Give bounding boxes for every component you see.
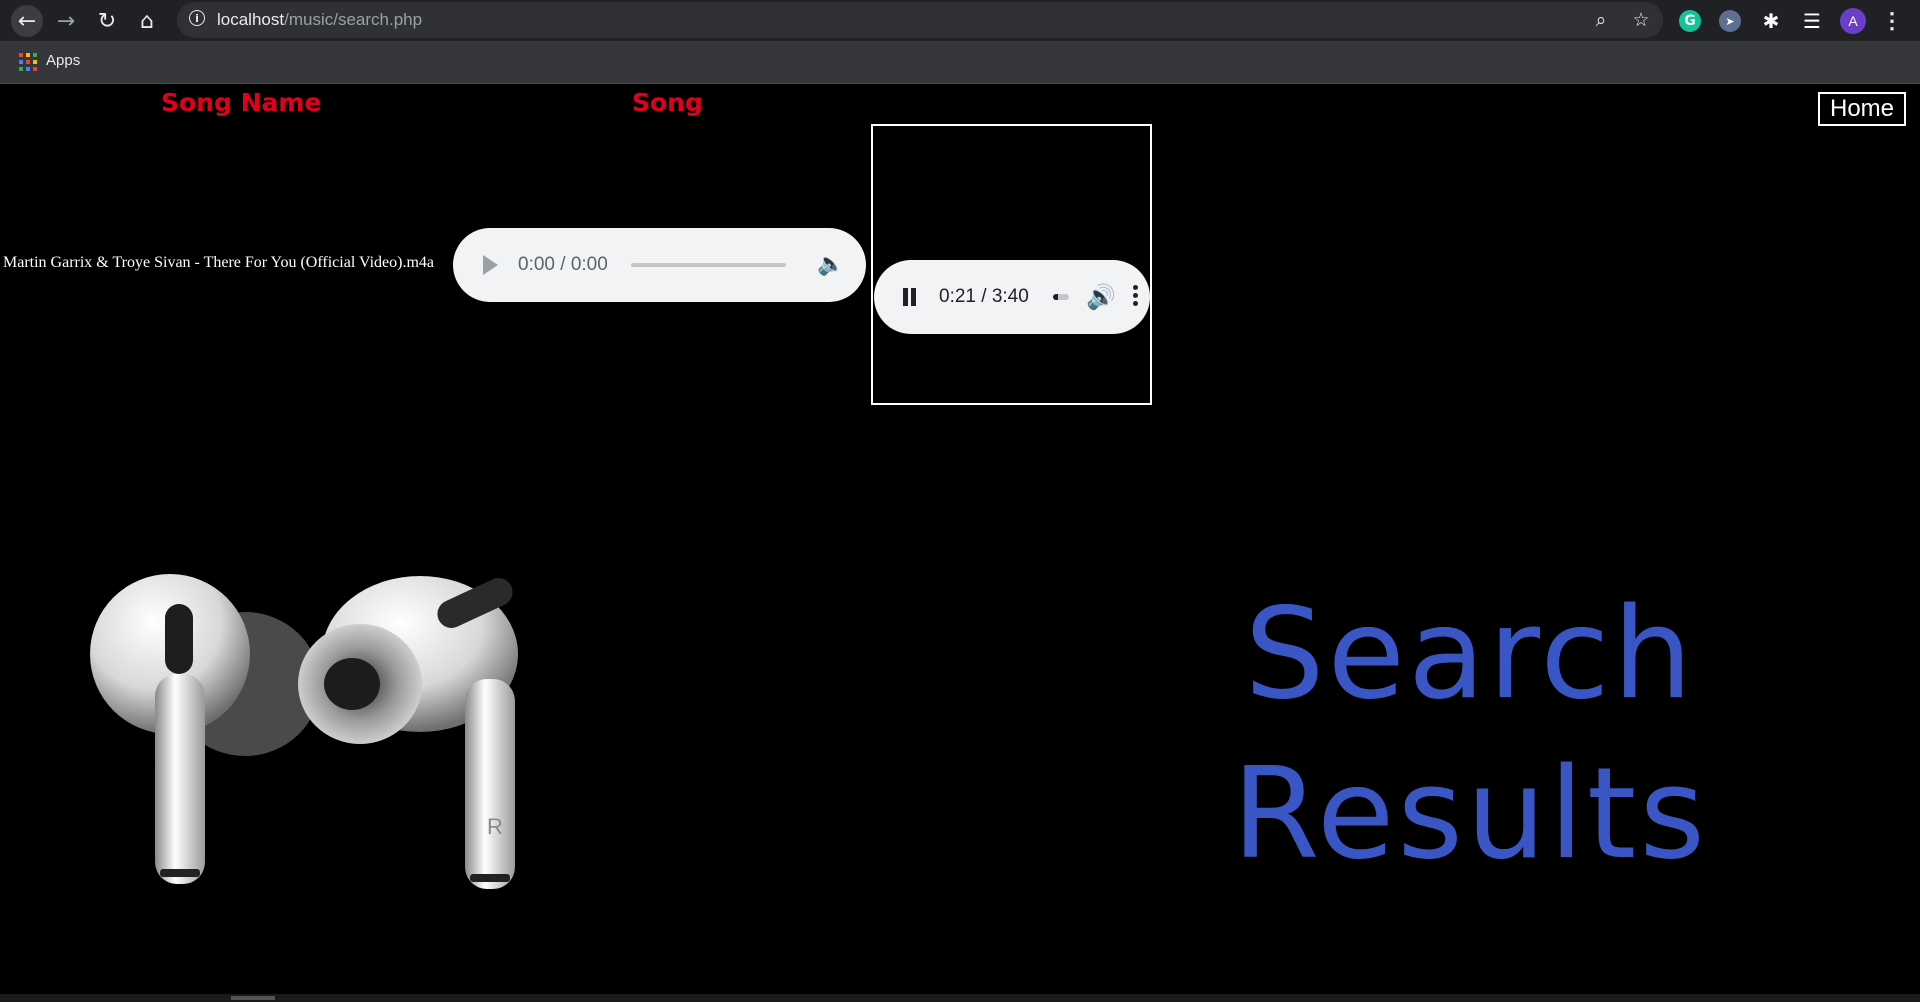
volume-icon[interactable]: 🔊 bbox=[1086, 283, 1116, 311]
back-button[interactable]: ← bbox=[11, 5, 43, 37]
url-host: localhost bbox=[217, 10, 285, 29]
apps-label[interactable]: Apps bbox=[46, 52, 80, 69]
song-name-header: Song Name bbox=[161, 88, 322, 117]
bookmark-star-icon[interactable]: ☆ bbox=[1628, 7, 1654, 33]
page-title: Search Results bbox=[1200, 574, 1740, 894]
pause-icon[interactable] bbox=[901, 288, 919, 306]
scrollbar-thumb[interactable] bbox=[231, 996, 275, 1000]
apps-icon[interactable] bbox=[19, 53, 37, 71]
forward-button[interactable]: → bbox=[50, 5, 82, 37]
audio-seek-bar[interactable] bbox=[631, 263, 786, 267]
reload-button[interactable]: ↻ bbox=[91, 5, 123, 37]
avatar[interactable]: A bbox=[1840, 8, 1866, 34]
earbuds-image: R bbox=[90, 574, 518, 889]
grammarly-icon[interactable]: G bbox=[1679, 10, 1701, 32]
home-icon[interactable]: ⌂ bbox=[131, 5, 163, 37]
page-title-line-2: Results bbox=[1232, 740, 1708, 887]
zoom-icon[interactable]: ⌕ bbox=[1588, 7, 1614, 33]
page-content: Song Name Song Home Martin Garrix & Troy… bbox=[0, 84, 1920, 994]
audio-time: 0:00 / 0:00 bbox=[518, 254, 608, 275]
play-icon[interactable] bbox=[483, 255, 498, 275]
horizontal-scrollbar[interactable] bbox=[0, 994, 1920, 1002]
video-progress-fill bbox=[1053, 294, 1058, 300]
site-info-icon[interactable]: i bbox=[189, 10, 205, 26]
address-bar[interactable]: i localhost/music/search.php ⌕ ☆ bbox=[177, 2, 1663, 38]
audio-player[interactable]: 0:00 / 0:00 🔈 bbox=[453, 228, 866, 302]
bookmarks-bar: Apps bbox=[0, 41, 1920, 84]
url-text[interactable]: localhost/music/search.php bbox=[217, 10, 422, 30]
volume-icon[interactable]: 🔈 bbox=[817, 252, 844, 277]
song-header: Song bbox=[632, 88, 703, 117]
puzzle-icon[interactable]: ✱ bbox=[1758, 8, 1784, 34]
url-path: /music/search.php bbox=[284, 10, 423, 29]
more-options-icon[interactable] bbox=[1133, 282, 1141, 309]
page-title-line-1: Search bbox=[1244, 580, 1696, 727]
video-time: 0:21 / 3:40 bbox=[939, 286, 1029, 307]
song-name-cell: Martin Garrix & Troye Sivan - There For … bbox=[3, 254, 434, 271]
earbud-r-mark: R bbox=[487, 814, 503, 839]
home-button[interactable]: Home bbox=[1818, 92, 1906, 126]
browser-toolbar: ← → ↻ ⌂ i localhost/music/search.php ⌕ ☆… bbox=[0, 0, 1920, 41]
cursor-icon[interactable]: ➤ bbox=[1719, 10, 1741, 32]
video-controls[interactable]: 0:21 / 3:40 🔊 bbox=[874, 260, 1150, 334]
video-seek-bar[interactable] bbox=[1053, 294, 1069, 300]
menu-icon[interactable]: ⋮ bbox=[1880, 8, 1904, 34]
media-queue-icon[interactable]: ☰ bbox=[1799, 8, 1825, 34]
